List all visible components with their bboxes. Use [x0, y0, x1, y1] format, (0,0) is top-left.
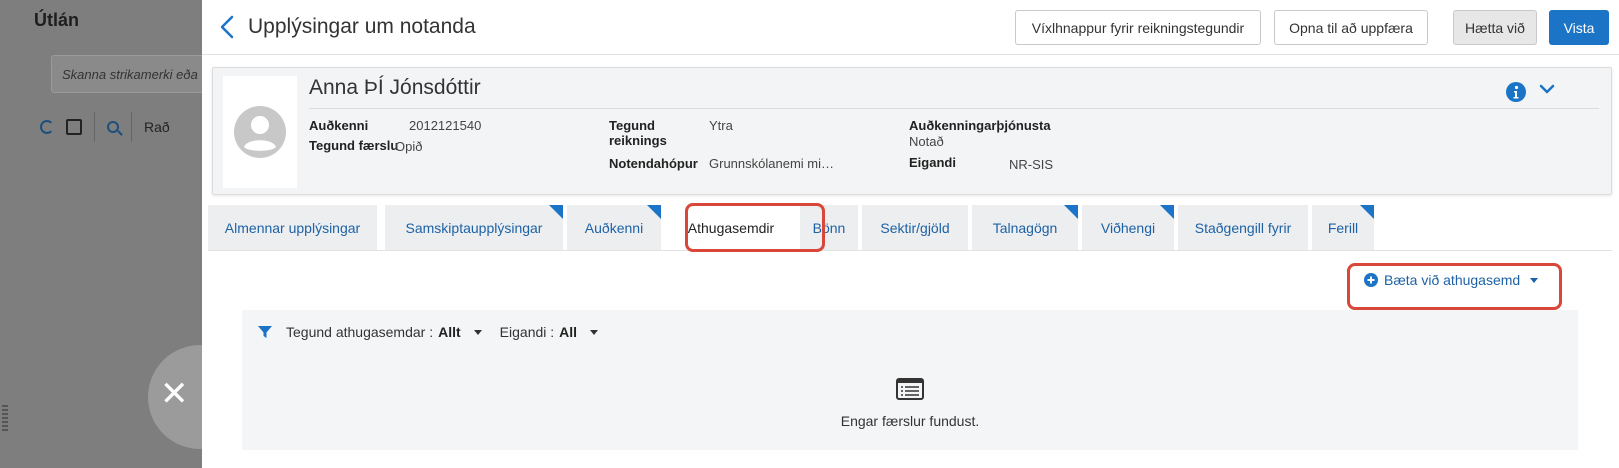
toolbar-divider	[94, 112, 95, 142]
note-type-filter-value: Allt	[438, 324, 461, 340]
sort-label[interactable]: Rað	[144, 119, 170, 135]
cancel-button[interactable]: Hætta við	[1453, 10, 1537, 45]
user-summary-card: Anna ÞÍ Jónsdóttir Auðkenni 2012121540 T…	[212, 67, 1612, 195]
save-button[interactable]: Vista	[1549, 10, 1609, 45]
toolbar-divider	[131, 112, 132, 142]
add-note-button[interactable]: Bæta við athugasemd	[1364, 272, 1539, 288]
note-type-filter[interactable]: Tegund athugasemdar : Allt	[286, 324, 482, 340]
tab-fines-fees[interactable]: Sektir/gjöld	[862, 205, 968, 250]
record-type-label: Tegund færslu	[309, 138, 399, 153]
account-type-value: Ytra	[709, 118, 733, 133]
panel-header: Upplýsingar um notanda Víxlhnappur fyrir…	[202, 0, 1619, 55]
tab-blocks[interactable]: Bönn	[800, 205, 858, 250]
background-title: Útlán	[34, 10, 79, 30]
filter-row: Tegund athugasemdar : Allt Eigandi : All	[258, 324, 616, 340]
owner-label: Eigandi	[909, 155, 956, 170]
tab-corner-indicator	[1160, 205, 1174, 219]
empty-list-icon	[896, 378, 924, 400]
chevron-down-icon	[473, 329, 482, 335]
tab-label: Sektir/gjöld	[880, 219, 950, 236]
account-type-label: Tegund reiknings	[609, 118, 667, 148]
owner-filter-label: Eigandi :	[499, 324, 555, 340]
filter-icon	[258, 326, 272, 338]
select-all-checkbox[interactable]	[66, 119, 82, 135]
auth-service-value: Notað	[909, 134, 944, 149]
owner-value: NR-SIS	[1009, 157, 1054, 172]
card-divider	[309, 108, 1599, 109]
user-details-panel: Upplýsingar um notanda Víxlhnappur fyrir…	[202, 0, 1619, 468]
tab-label: Talnagögn	[992, 219, 1058, 236]
user-avatar-icon	[234, 106, 286, 158]
tab-corner-indicator	[549, 205, 563, 219]
note-type-filter-label: Tegund athugasemdar :	[286, 324, 434, 340]
tab-corner-indicator	[647, 205, 661, 219]
record-type-value: Opið	[395, 139, 423, 154]
avatar	[223, 76, 297, 188]
chevron-down-icon	[1530, 277, 1539, 283]
user-group-value: Grunnskólanemi mi…	[709, 156, 834, 171]
empty-state-message: Engar færslur fundust.	[840, 413, 980, 429]
notes-list: Tegund athugasemdar : Allt Eigandi : All…	[242, 310, 1578, 450]
tab-proxy-for[interactable]: Staðgengill fyrir	[1178, 205, 1308, 250]
auth-service-label: Auðkenningarþjónusta	[909, 118, 1051, 133]
page-title: Upplýsingar um notanda	[248, 15, 476, 38]
tab-label: Auðkenni	[584, 219, 644, 236]
tab-label: Almennar upplýsingar	[224, 219, 361, 236]
tab-statistics[interactable]: Talnagögn	[972, 205, 1078, 250]
tab-label: Bönn	[812, 219, 846, 236]
tab-corner-indicator	[1360, 205, 1374, 219]
tab-contact-info[interactable]: Samskiptaupplýsingar	[385, 205, 563, 250]
chevron-down-icon[interactable]	[1537, 79, 1557, 99]
user-name: Anna ÞÍ Jónsdóttir	[309, 76, 481, 99]
plus-circle-icon	[1364, 273, 1378, 287]
tab-identifiers[interactable]: Auðkenni	[567, 205, 661, 250]
tab-history[interactable]: Ferill	[1312, 205, 1374, 250]
refresh-icon[interactable]	[40, 120, 54, 134]
search-icon[interactable]	[107, 121, 119, 133]
scan-barcode-input[interactable]: Skanna strikamerki eða	[51, 55, 211, 93]
tab-label: Ferill	[1327, 219, 1359, 236]
owner-filter-value: All	[559, 324, 578, 340]
tab-general-info[interactable]: Almennar upplýsingar	[208, 205, 377, 250]
drag-handle[interactable]	[2, 405, 8, 433]
toggle-account-type-button[interactable]: Víxlhnappur fyrir reikningstegundir	[1015, 10, 1261, 45]
id-label: Auðkenni	[309, 118, 369, 133]
user-group-label: Notendahópur	[609, 156, 698, 171]
tab-label: Viðhengi	[1100, 219, 1156, 236]
tab-label: Athugasemdir	[687, 219, 775, 236]
tab-attachments[interactable]: Viðhengi	[1082, 205, 1174, 250]
tab-notes[interactable]: Athugasemdir	[666, 205, 796, 250]
tab-bar-divider	[208, 250, 1612, 251]
add-note-label: Bæta við athugasemd	[1384, 272, 1521, 288]
open-for-edit-button[interactable]: Opna til að uppfæra	[1274, 10, 1428, 45]
info-icon[interactable]	[1505, 81, 1527, 103]
close-icon[interactable]: ✕	[160, 374, 189, 414]
id-value: 2012121540	[409, 118, 482, 133]
chevron-down-icon	[590, 329, 599, 335]
tab-label: Staðgengill fyrir	[1194, 219, 1292, 236]
tab-label: Samskiptaupplýsingar	[405, 219, 543, 236]
owner-filter[interactable]: Eigandi : All	[499, 324, 599, 340]
tab-corner-indicator	[1064, 205, 1078, 219]
background-toolbar: Rað	[40, 112, 170, 142]
chevron-left-icon[interactable]	[216, 14, 240, 40]
